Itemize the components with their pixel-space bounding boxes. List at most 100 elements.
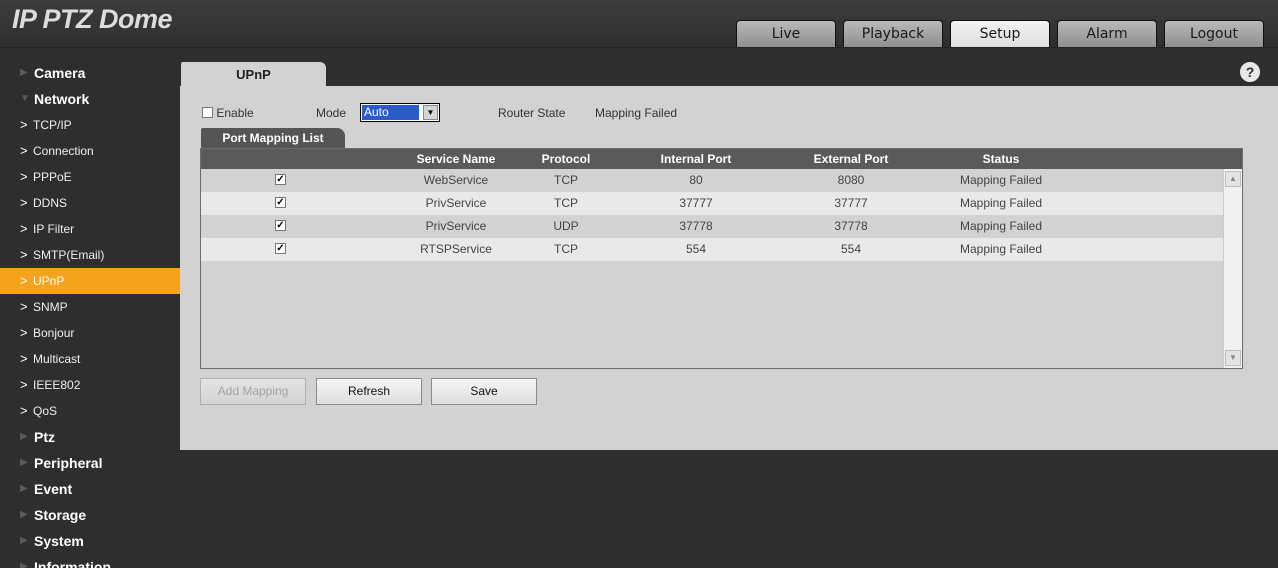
external-port-cell: 8080 [837,173,865,187]
table-row: ✓ RTSPService TCP 554 554 Mapping Failed [201,238,1223,261]
service-name-cell: RTSPService [420,242,492,256]
chevron-right-icon: > [20,117,28,132]
sidebar-item-qos[interactable]: > QoS [0,398,180,424]
chevron-right-icon: > [20,221,28,236]
sidebar-group-peripheral[interactable]: ▶ Peripheral [0,450,180,476]
protocol-cell: TCP [554,196,578,210]
internal-port-cell: 80 [689,173,703,187]
sidebar-item-smtp[interactable]: > SMTP(Email) [0,242,180,268]
add-mapping-button[interactable]: Add Mapping [200,378,306,405]
sidebar-item-ieee802[interactable]: > IEEE802 [0,372,180,398]
tab-logout[interactable]: Logout [1164,20,1264,47]
sidebar-item-label: PPPoE [33,170,72,184]
tab-live[interactable]: Live [736,20,836,47]
sidebar-group-event[interactable]: ▶ Event [0,476,180,502]
table-header: Service Name Protocol Internal Port Exte… [201,149,1242,169]
sidebar-group-system[interactable]: ▶ System [0,528,180,554]
protocol-cell: UDP [553,219,579,233]
router-state-value: Mapping Failed [595,106,678,120]
sidebar-item-label: Bonjour [33,326,75,340]
status-cell: Mapping Failed [959,219,1043,233]
enable-label: Enable [216,106,254,120]
collapsed-triangle-icon: ▶ [20,431,28,442]
mode-select-value: Auto [362,105,419,120]
sidebar-group-camera[interactable]: ▶ Camera [0,60,180,86]
row-checkbox[interactable]: ✓ [275,197,286,208]
tab-playback[interactable]: Playback [843,20,943,47]
refresh-button[interactable]: Refresh [316,378,422,405]
collapsed-triangle-icon: ▶ [20,509,28,520]
external-port-cell: 37778 [834,219,868,233]
content-tabbar: UPnP ? [181,62,1278,86]
enable-control: Enable [202,106,254,120]
status-cell: Mapping Failed [959,242,1043,256]
dropdown-arrow-icon[interactable]: ▼ [423,105,438,120]
column-header-service-name: Service Name [416,152,496,166]
enable-checkbox[interactable] [202,107,213,118]
tab-upnp[interactable]: UPnP [181,62,326,86]
sidebar-item-label: TCP/IP [33,118,72,132]
mode-select[interactable]: Auto ▼ [360,103,440,122]
help-icon[interactable]: ? [1240,62,1260,82]
sidebar-group-label: Network [34,91,90,107]
column-header-external-port: External Port [813,152,889,166]
column-header-protocol: Protocol [541,152,591,166]
tab-setup[interactable]: Setup [950,20,1050,47]
sidebar-item-ip-filter[interactable]: > IP Filter [0,216,180,242]
sidebar-group-ptz[interactable]: ▶ Ptz [0,424,180,450]
sidebar-group-network[interactable]: ▼ Network [0,86,180,112]
scroll-down-arrow-icon[interactable]: ▼ [1225,350,1241,366]
sidebar-item-bonjour[interactable]: > Bonjour [0,320,180,346]
chevron-right-icon: > [20,143,28,158]
sidebar-item-pppoe[interactable]: > PPPoE [0,164,180,190]
sidebar-group-label: Event [34,481,73,497]
sidebar-group-label: Peripheral [34,455,103,471]
tab-port-mapping-list[interactable]: Port Mapping List [201,128,345,148]
chevron-right-icon: > [20,325,28,340]
external-port-cell: 554 [840,242,862,256]
chevron-right-icon: > [20,273,28,288]
row-checkbox[interactable]: ✓ [275,243,286,254]
internal-port-cell: 554 [685,242,707,256]
table-row: ✓ WebService TCP 80 8080 Mapping Failed [201,169,1223,192]
external-port-cell: 37777 [834,196,868,210]
table-scrollbar[interactable]: ▲ ▼ [1223,169,1242,368]
row-checkbox[interactable]: ✓ [275,174,286,185]
protocol-cell: TCP [554,242,578,256]
chevron-right-icon: > [20,299,28,314]
sidebar-group-label: Camera [34,65,86,81]
collapsed-triangle-icon: ▶ [20,67,28,78]
sidebar-group-storage[interactable]: ▶ Storage [0,502,180,528]
upnp-panel: Enable Mode Auto ▼ Router State Mapping … [180,86,1278,450]
chevron-right-icon: > [20,377,28,392]
chevron-right-icon: > [20,351,28,366]
sidebar-item-label: DDNS [33,196,68,210]
top-header: IP PTZ Dome Live Playback Setup Alarm Lo… [0,0,1278,48]
scroll-up-arrow-icon[interactable]: ▲ [1225,171,1241,187]
column-header-internal-port: Internal Port [660,152,732,166]
sidebar-item-label: IEEE802 [33,378,81,392]
service-name-cell: PrivService [425,196,487,210]
sidebar-item-label: Connection [33,144,94,158]
sidebar-item-ddns[interactable]: > DDNS [0,190,180,216]
collapsed-triangle-icon: ▶ [20,483,28,494]
row-checkbox[interactable]: ✓ [275,220,286,231]
sidebar-group-information[interactable]: ▶ Information [0,554,180,568]
internal-port-cell: 37777 [679,196,713,210]
collapsed-triangle-icon: ▶ [20,561,28,568]
sidebar-group-label: System [34,533,84,549]
sidebar-group-label: Ptz [34,429,55,445]
table-row: ✓ PrivService UDP 37778 37778 Mapping Fa… [201,215,1223,238]
sidebar-item-label: QoS [33,404,58,418]
sidebar-item-snmp[interactable]: > SNMP [0,294,180,320]
sidebar-item-connection[interactable]: > Connection [0,138,180,164]
save-button[interactable]: Save [431,378,537,405]
sidebar-item-upnp[interactable]: > UPnP [0,268,180,294]
collapsed-triangle-icon: ▶ [20,535,28,546]
sidebar-item-multicast[interactable]: > Multicast [0,346,180,372]
sidebar-item-label: IP Filter [33,222,75,236]
chevron-right-icon: > [20,195,28,210]
sidebar-item-tcpip[interactable]: > TCP/IP [0,112,180,138]
tab-alarm[interactable]: Alarm [1057,20,1157,47]
status-cell: Mapping Failed [959,196,1043,210]
